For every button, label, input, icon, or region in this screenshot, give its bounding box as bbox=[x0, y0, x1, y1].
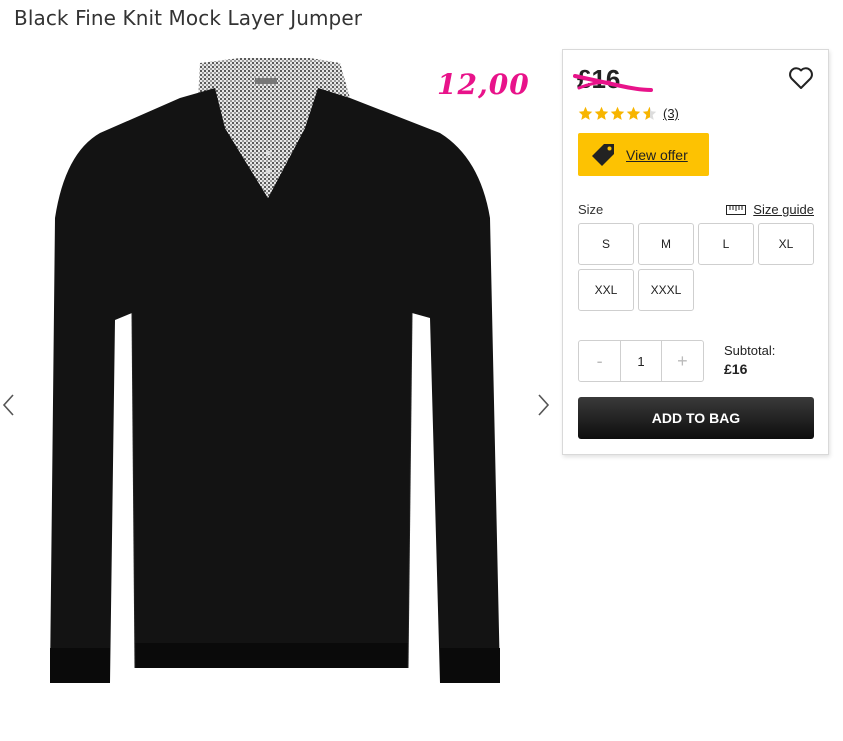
size-options: S M L XL XXL XXXL bbox=[578, 223, 815, 311]
size-option-xl[interactable]: XL bbox=[758, 223, 814, 265]
quantity-input[interactable]: 1 bbox=[620, 341, 662, 381]
add-to-bag-button[interactable]: ADD TO BAG bbox=[578, 397, 814, 439]
product-title: Black Fine Knit Mock Layer Jumper bbox=[14, 6, 363, 30]
product-gallery bbox=[0, 50, 560, 741]
sale-price-overlay: 12,00 bbox=[437, 68, 530, 101]
price-tag-icon bbox=[592, 143, 614, 166]
price-block: £16 bbox=[573, 64, 653, 95]
subtotal: Subtotal: £16 bbox=[724, 343, 775, 377]
star-full-icon bbox=[626, 106, 641, 120]
product-image bbox=[50, 58, 500, 683]
gallery-next-button[interactable] bbox=[532, 392, 552, 418]
quantity-increase-button[interactable]: + bbox=[662, 341, 703, 381]
star-full-icon bbox=[594, 106, 609, 120]
size-option-l[interactable]: L bbox=[698, 223, 754, 265]
size-option-xxl[interactable]: XXL bbox=[578, 269, 634, 311]
gallery-prev-button[interactable] bbox=[0, 392, 20, 418]
size-option-xxxl[interactable]: XXXL bbox=[638, 269, 694, 311]
star-half-icon bbox=[642, 106, 657, 120]
chevron-left-icon bbox=[2, 394, 14, 416]
quantity-stepper: - 1 + bbox=[578, 340, 704, 382]
product-rating: (3) bbox=[578, 106, 679, 121]
purchase-panel: £16 (3) View offer Size Size guide S M L… bbox=[562, 49, 829, 455]
quantity-decrease-button[interactable]: - bbox=[579, 341, 620, 381]
chevron-right-icon bbox=[538, 394, 550, 416]
subtotal-value: £16 bbox=[724, 361, 748, 377]
size-option-m[interactable]: M bbox=[638, 223, 694, 265]
star-full-icon bbox=[610, 106, 625, 120]
view-offer-label: View offer bbox=[626, 146, 688, 163]
size-guide-link[interactable]: Size guide bbox=[726, 202, 814, 217]
ruler-icon bbox=[726, 204, 747, 215]
size-guide-label: Size guide bbox=[753, 202, 814, 217]
subtotal-label: Subtotal: bbox=[724, 343, 776, 358]
wishlist-heart-icon[interactable] bbox=[788, 66, 814, 90]
review-count-link[interactable]: (3) bbox=[663, 106, 679, 121]
star-full-icon bbox=[578, 106, 593, 120]
view-offer-button[interactable]: View offer bbox=[578, 133, 709, 176]
size-option-s[interactable]: S bbox=[578, 223, 634, 265]
original-price: £16 bbox=[577, 64, 621, 94]
size-label: Size bbox=[578, 202, 604, 217]
